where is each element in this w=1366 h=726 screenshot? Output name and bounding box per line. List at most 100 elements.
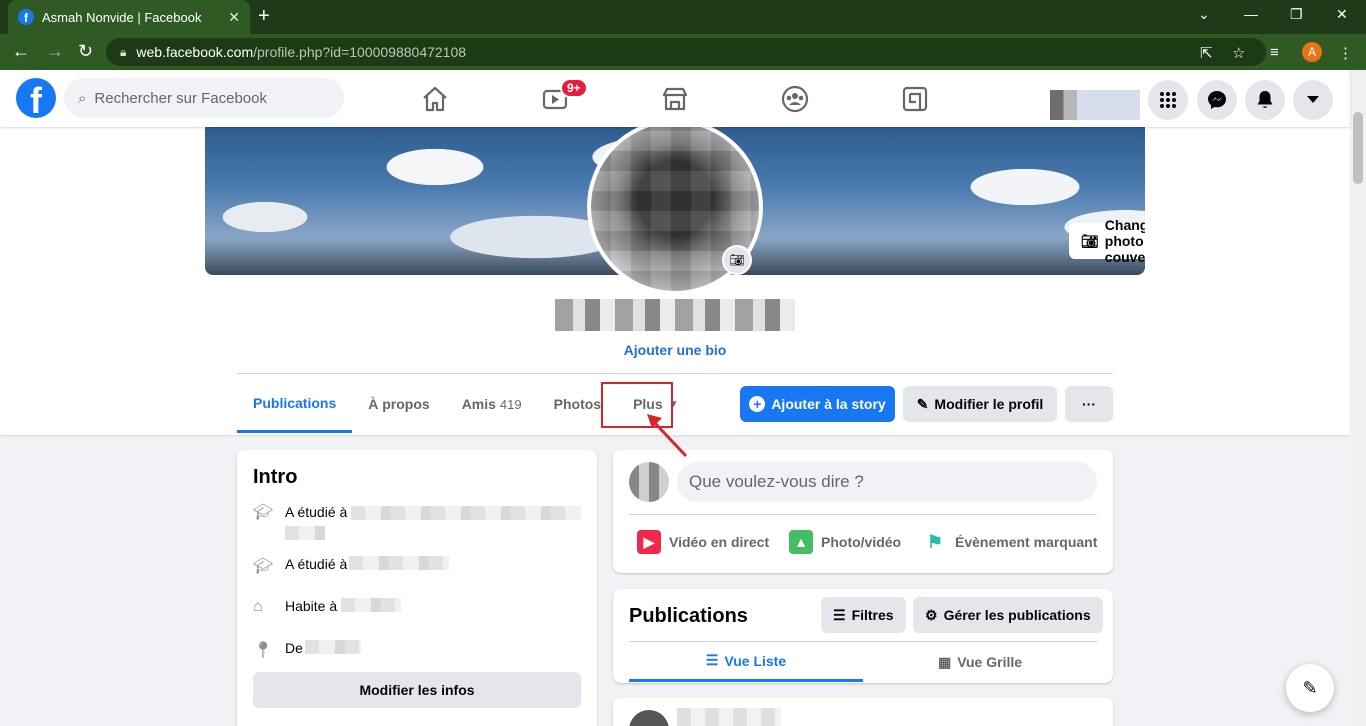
intro-item-label: A étudié à (285, 556, 348, 572)
life-event-label: Évènement marquant (955, 534, 1098, 550)
notifications-icon[interactable] (1245, 80, 1285, 120)
search-input[interactable]: ⌕ Rechercher sur Facebook (64, 78, 344, 118)
facebook-top-nav: f ⌕ Rechercher sur Facebook 9+ (0, 70, 1350, 127)
home-icon[interactable] (420, 84, 450, 114)
restore-icon[interactable]: ❐ (1290, 6, 1303, 23)
tab-search-chevron-icon[interactable]: ⌄ (1198, 6, 1210, 23)
edit-details-button[interactable]: Modifier les infos (253, 672, 581, 708)
url-host: web.facebook.com (136, 44, 254, 60)
avatar[interactable] (629, 710, 669, 726)
more-options-button[interactable]: ··· (1065, 386, 1113, 422)
forward-icon[interactable]: → (46, 42, 64, 60)
intro-item-home: ⌂ Habite à (253, 598, 402, 616)
manage-posts-label: Gérer les publications (943, 607, 1091, 623)
profile-camera-icon[interactable]: 📷︎ (722, 245, 752, 275)
watch-notification-badge: 9+ (560, 78, 588, 98)
divider (237, 373, 1113, 374)
intro-item-education: 🎓︎ A étudié à (253, 502, 585, 542)
intro-item-from: 📍︎ De (253, 640, 361, 660)
intro-item-label: A étudié à (285, 504, 348, 520)
tab-label: Amis (461, 396, 496, 412)
browser-menu-icon[interactable]: ⋮ (1338, 44, 1353, 62)
redacted-text (304, 640, 361, 654)
intro-item-label: De (285, 640, 303, 656)
photo-icon: ▲ (789, 530, 813, 554)
edit-profile-button[interactable]: ✎ Modifier le profil (903, 386, 1057, 422)
profile-name (555, 299, 795, 331)
list-view-label: Vue Liste (724, 652, 787, 669)
tab-label: Publications (253, 394, 337, 411)
redacted-text (285, 526, 325, 541)
arrow-annotation-icon (647, 414, 688, 458)
graduation-icon: 🎓︎ (253, 558, 274, 575)
media-control-icon[interactable]: ≡ (1270, 44, 1279, 61)
publications-card: Publications ☰ Filtres ⚙ Gérer les publi… (613, 589, 1113, 683)
account-caret-icon[interactable] (1293, 80, 1333, 120)
reload-icon[interactable]: ↻ (78, 42, 93, 60)
header-profile-shortcut[interactable] (1050, 90, 1140, 120)
tab-about[interactable]: À propos (352, 375, 445, 433)
grid-view-label: Vue Grille (957, 654, 1023, 670)
live-video-icon: ▶ (637, 530, 661, 554)
lock-icon[interactable]: 🔒︎ (120, 45, 126, 60)
facebook-logo-icon[interactable]: f (16, 78, 56, 118)
list-icon: ☰ (705, 652, 719, 668)
tab-list-view[interactable]: ☰ Vue Liste (629, 642, 863, 682)
divider (629, 514, 1097, 515)
whats-on-your-mind-input[interactable]: Que voulez-vous dire ? (677, 462, 1097, 502)
intro-item-education: 🎓︎ A étudié à (253, 556, 450, 576)
share-icon[interactable]: ⇱ (1200, 44, 1213, 62)
url-field[interactable]: 🔒︎ web.facebook.com /profile.php?id=1000… (106, 38, 1266, 66)
menu-grid-icon[interactable] (1148, 80, 1188, 120)
minimize-icon[interactable]: — (1244, 6, 1258, 22)
manage-posts-button[interactable]: ⚙ Gérer les publications (913, 597, 1103, 633)
new-message-button[interactable]: ✎ (1286, 664, 1334, 712)
filters-button[interactable]: ☰ Filtres (821, 597, 906, 633)
pencil-icon: ✎ (916, 395, 929, 412)
flag-icon: ⚑ (926, 531, 944, 552)
grid-icon: ▦ (937, 653, 952, 670)
window-close-icon[interactable]: ✕ (1336, 6, 1348, 23)
life-event-button[interactable]: ⚑ Évènement marquant (923, 530, 1097, 554)
change-cover-button[interactable]: 📷︎ Changer la photo de couverture (1069, 217, 1145, 265)
filter-sliders-icon: ☰ (833, 606, 846, 623)
live-video-button[interactable]: ▶ Vidéo en direct (637, 530, 769, 554)
gear-icon: ⚙ (925, 606, 938, 623)
new-tab-button[interactable]: + (258, 6, 270, 26)
add-to-story-label: Ajouter à la story (771, 396, 886, 412)
browser-tab-strip: f Asmah Nonvide | Facebook ✕ + ⌄ — ❐ ✕ (0, 0, 1366, 34)
add-bio-link[interactable]: Ajouter une bio (0, 342, 1350, 358)
gaming-icon[interactable] (900, 84, 930, 114)
browser-profile-avatar[interactable]: A (1302, 42, 1322, 62)
post-card (613, 698, 1113, 726)
location-pin-icon: 📍︎ (253, 642, 274, 659)
tab-close-icon[interactable]: ✕ (228, 9, 240, 26)
tab-publications[interactable]: Publications (237, 375, 353, 433)
tab-friends[interactable]: Amis 419 (446, 375, 538, 433)
messenger-icon[interactable] (1197, 80, 1237, 120)
avatar[interactable] (629, 462, 669, 502)
redacted-text (341, 598, 402, 612)
add-to-story-button[interactable]: + Ajouter à la story (740, 386, 895, 422)
back-icon[interactable]: ← (12, 42, 30, 60)
groups-icon[interactable] (780, 84, 810, 114)
ellipsis-icon: ··· (1082, 396, 1096, 412)
redacted-text (349, 556, 450, 570)
graduation-icon: 🎓︎ (253, 504, 274, 521)
photo-video-button[interactable]: ▲ Photo/vidéo (789, 530, 901, 554)
tab-grid-view[interactable]: ▦ Vue Grille (863, 642, 1097, 682)
house-icon: ⌂ (253, 598, 263, 615)
marketplace-icon[interactable] (660, 84, 690, 114)
search-icon: ⌕ (78, 89, 87, 107)
intro-card: Intro 🎓︎ A étudié à 🎓︎ A étudié à ⌂ Habi… (237, 450, 597, 726)
bookmark-star-icon[interactable]: ☆ (1232, 44, 1245, 62)
redacted-text (677, 708, 781, 726)
tab-label: Photos (553, 396, 602, 412)
profile-header: 📷︎ Changer la photo de couverture 📷︎ Ajo… (0, 119, 1350, 435)
address-bar: ← → ↻ 🔒︎ web.facebook.com /profile.php?i… (0, 34, 1366, 70)
post-composer: Que voulez-vous dire ? ▶ Vidéo en direct… (613, 450, 1113, 573)
browser-tab[interactable]: f Asmah Nonvide | Facebook ✕ (8, 0, 250, 34)
scrollbar-thumb[interactable] (1353, 112, 1363, 184)
intro-title: Intro (253, 466, 298, 488)
tab-title: Asmah Nonvide | Facebook (42, 9, 202, 25)
